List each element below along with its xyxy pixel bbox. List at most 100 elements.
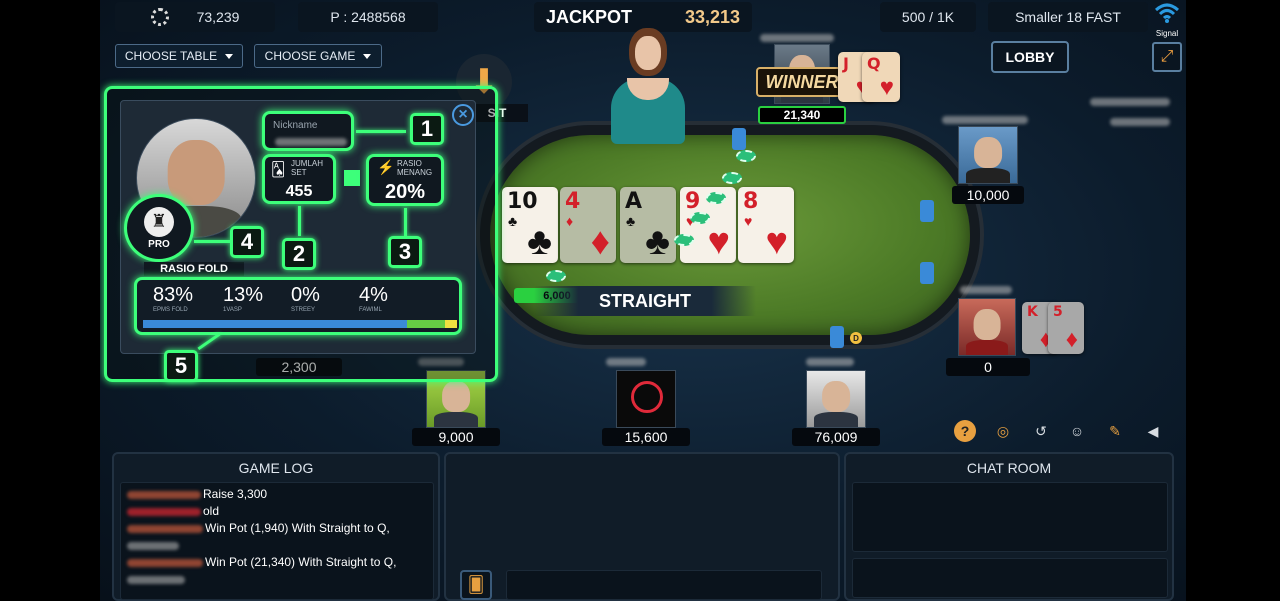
choose-table-dropdown[interactable]: CHOOSE TABLE	[115, 44, 243, 68]
community-card: 8 ♥ ♥	[738, 187, 794, 263]
player-stack: 76,009	[792, 428, 880, 446]
coin-icon	[150, 8, 169, 26]
action-input[interactable]	[506, 570, 822, 600]
chat-icon[interactable]: ✎	[1104, 420, 1126, 442]
chat-input[interactable]	[852, 558, 1168, 598]
player-nickname-blurred	[606, 358, 646, 366]
win-ratio-value: 20%	[384, 181, 426, 203]
player-avatar[interactable]	[616, 370, 676, 428]
dealer-character	[605, 26, 691, 144]
coin-balance-value: 73,239	[196, 9, 240, 25]
log-name-blurred	[127, 491, 201, 499]
player-avatar[interactable]	[958, 298, 1016, 356]
close-icon[interactable]: ×	[452, 104, 474, 126]
log-name-blurred	[127, 542, 179, 550]
card-rank: 5	[1053, 304, 1063, 320]
log-line: Win Pot (21,340) With Straight to Q,	[205, 555, 397, 569]
log-name-blurred	[127, 525, 203, 533]
stat-item: 4% FAWIML	[359, 284, 425, 313]
pot-chip-stack	[546, 270, 566, 282]
stat-label: EPMS FOLD	[153, 307, 188, 313]
lobby-button[interactable]: LOBBY	[991, 41, 1069, 73]
jackpot-value: 33,213	[684, 6, 740, 27]
win-ratio-box: ⚡ RASIO MENANG 20%	[366, 154, 444, 206]
sound-icon[interactable]: ◀	[1142, 420, 1164, 442]
blinds-display: 500 / 1K	[880, 2, 976, 32]
stats-row: 83% EPMS FOLD 13% 1VASP 0% STREEY 4% FAWIML	[147, 284, 447, 314]
log-name-blurred	[127, 576, 185, 584]
player-avatar[interactable]	[806, 370, 866, 428]
card-suit-large: ♣	[527, 221, 552, 263]
coin-balance: 73,239	[115, 2, 275, 32]
action-panel: 🂠	[444, 452, 840, 601]
nickname-blurred	[275, 138, 347, 146]
emoji-icon[interactable]: ☺	[1066, 420, 1088, 442]
choose-table-label: CHOOSE TABLE	[124, 49, 218, 63]
card-rank: A	[625, 189, 643, 214]
stat-value: 0%	[291, 284, 320, 306]
player-avatar[interactable]	[958, 126, 1018, 184]
game-log-panel: GAME LOG Raise 3,300 old Win Pot (1,940)…	[112, 452, 440, 601]
fullscreen-icon[interactable]: ⤢	[1152, 42, 1182, 72]
callout-5: 5	[164, 350, 198, 382]
community-card: A ♣ ♣	[620, 187, 676, 263]
card-suit: ♣	[508, 213, 518, 229]
sets-label: JUMLAH SET	[291, 159, 324, 177]
stat-label: 1VASP	[223, 307, 242, 313]
callout-4: 4	[230, 226, 264, 258]
card-suit: ♥	[744, 213, 753, 229]
player-stack: 9,000	[412, 428, 500, 446]
wifi-icon	[1154, 3, 1180, 23]
card-suit-large: ♥	[765, 221, 788, 263]
stat-item: 83% EPMS FOLD	[153, 284, 219, 313]
winner-badge: WINNER	[756, 67, 848, 97]
lightning-icon: ⚡	[377, 159, 395, 175]
chip-stack	[736, 150, 756, 162]
player-stack: 0	[946, 358, 1030, 376]
callout-arrow	[298, 206, 301, 236]
game-log-title: GAME LOG	[238, 460, 314, 476]
chip-stack	[722, 172, 742, 184]
callout-1: 1	[410, 113, 444, 145]
card-suit-large: ♥	[879, 74, 894, 101]
points-display: P : 2488568	[298, 2, 438, 32]
log-line: old	[203, 504, 220, 518]
player-nickname-blurred	[806, 358, 854, 366]
chips-icon[interactable]: ◎	[992, 420, 1014, 442]
help-icon[interactable]: ?	[954, 420, 976, 442]
player-nickname-blurred	[1090, 98, 1170, 106]
rank-badge: ♜ PRO	[124, 194, 194, 262]
hand-result-banner: STRAIGHT	[534, 286, 756, 316]
player-stack: 10,000	[952, 186, 1024, 204]
player-nickname-blurred	[942, 116, 1028, 124]
callout-arrow	[356, 130, 406, 133]
chat-messages	[852, 482, 1168, 552]
sets-value: 455	[285, 183, 313, 200]
signal-label: Signal	[1155, 29, 1179, 38]
game-log-list: Raise 3,300 old Win Pot (1,940) With Str…	[120, 482, 434, 600]
stat-label: STREEY	[291, 307, 316, 313]
choose-game-dropdown[interactable]: CHOOSE GAME	[254, 44, 382, 68]
card-rank: Q	[867, 54, 881, 73]
winner-nickname-blurred	[760, 34, 834, 42]
cards-icon[interactable]: 🂠	[460, 570, 492, 600]
card-suit-large: ♦	[1065, 326, 1078, 353]
fold-ratio-label: RASIO FOLD	[144, 262, 244, 276]
progress-segment-blue	[143, 320, 408, 328]
card-suit-large: ♣	[645, 221, 670, 263]
log-name-blurred	[127, 559, 203, 567]
history-icon[interactable]: ↺	[1030, 420, 1052, 442]
stat-label: FAWIML	[359, 307, 382, 313]
card-back-icon	[732, 128, 746, 150]
stat-value: 4%	[359, 284, 388, 306]
stat-value: 13%	[223, 284, 264, 306]
card-rank: 10	[507, 189, 538, 214]
stat-item: 13% 1VASP	[223, 284, 289, 313]
dealer-button: D	[850, 332, 862, 344]
callout-arrow	[404, 208, 407, 236]
card-back-icon	[830, 326, 844, 348]
player-hole-card: 5 ♦	[1048, 302, 1084, 354]
sets-count-box: 🂡 JUMLAH SET 455	[262, 154, 336, 204]
chat-room-title: CHAT ROOM	[966, 460, 1052, 476]
card-rank: 9	[685, 189, 701, 214]
